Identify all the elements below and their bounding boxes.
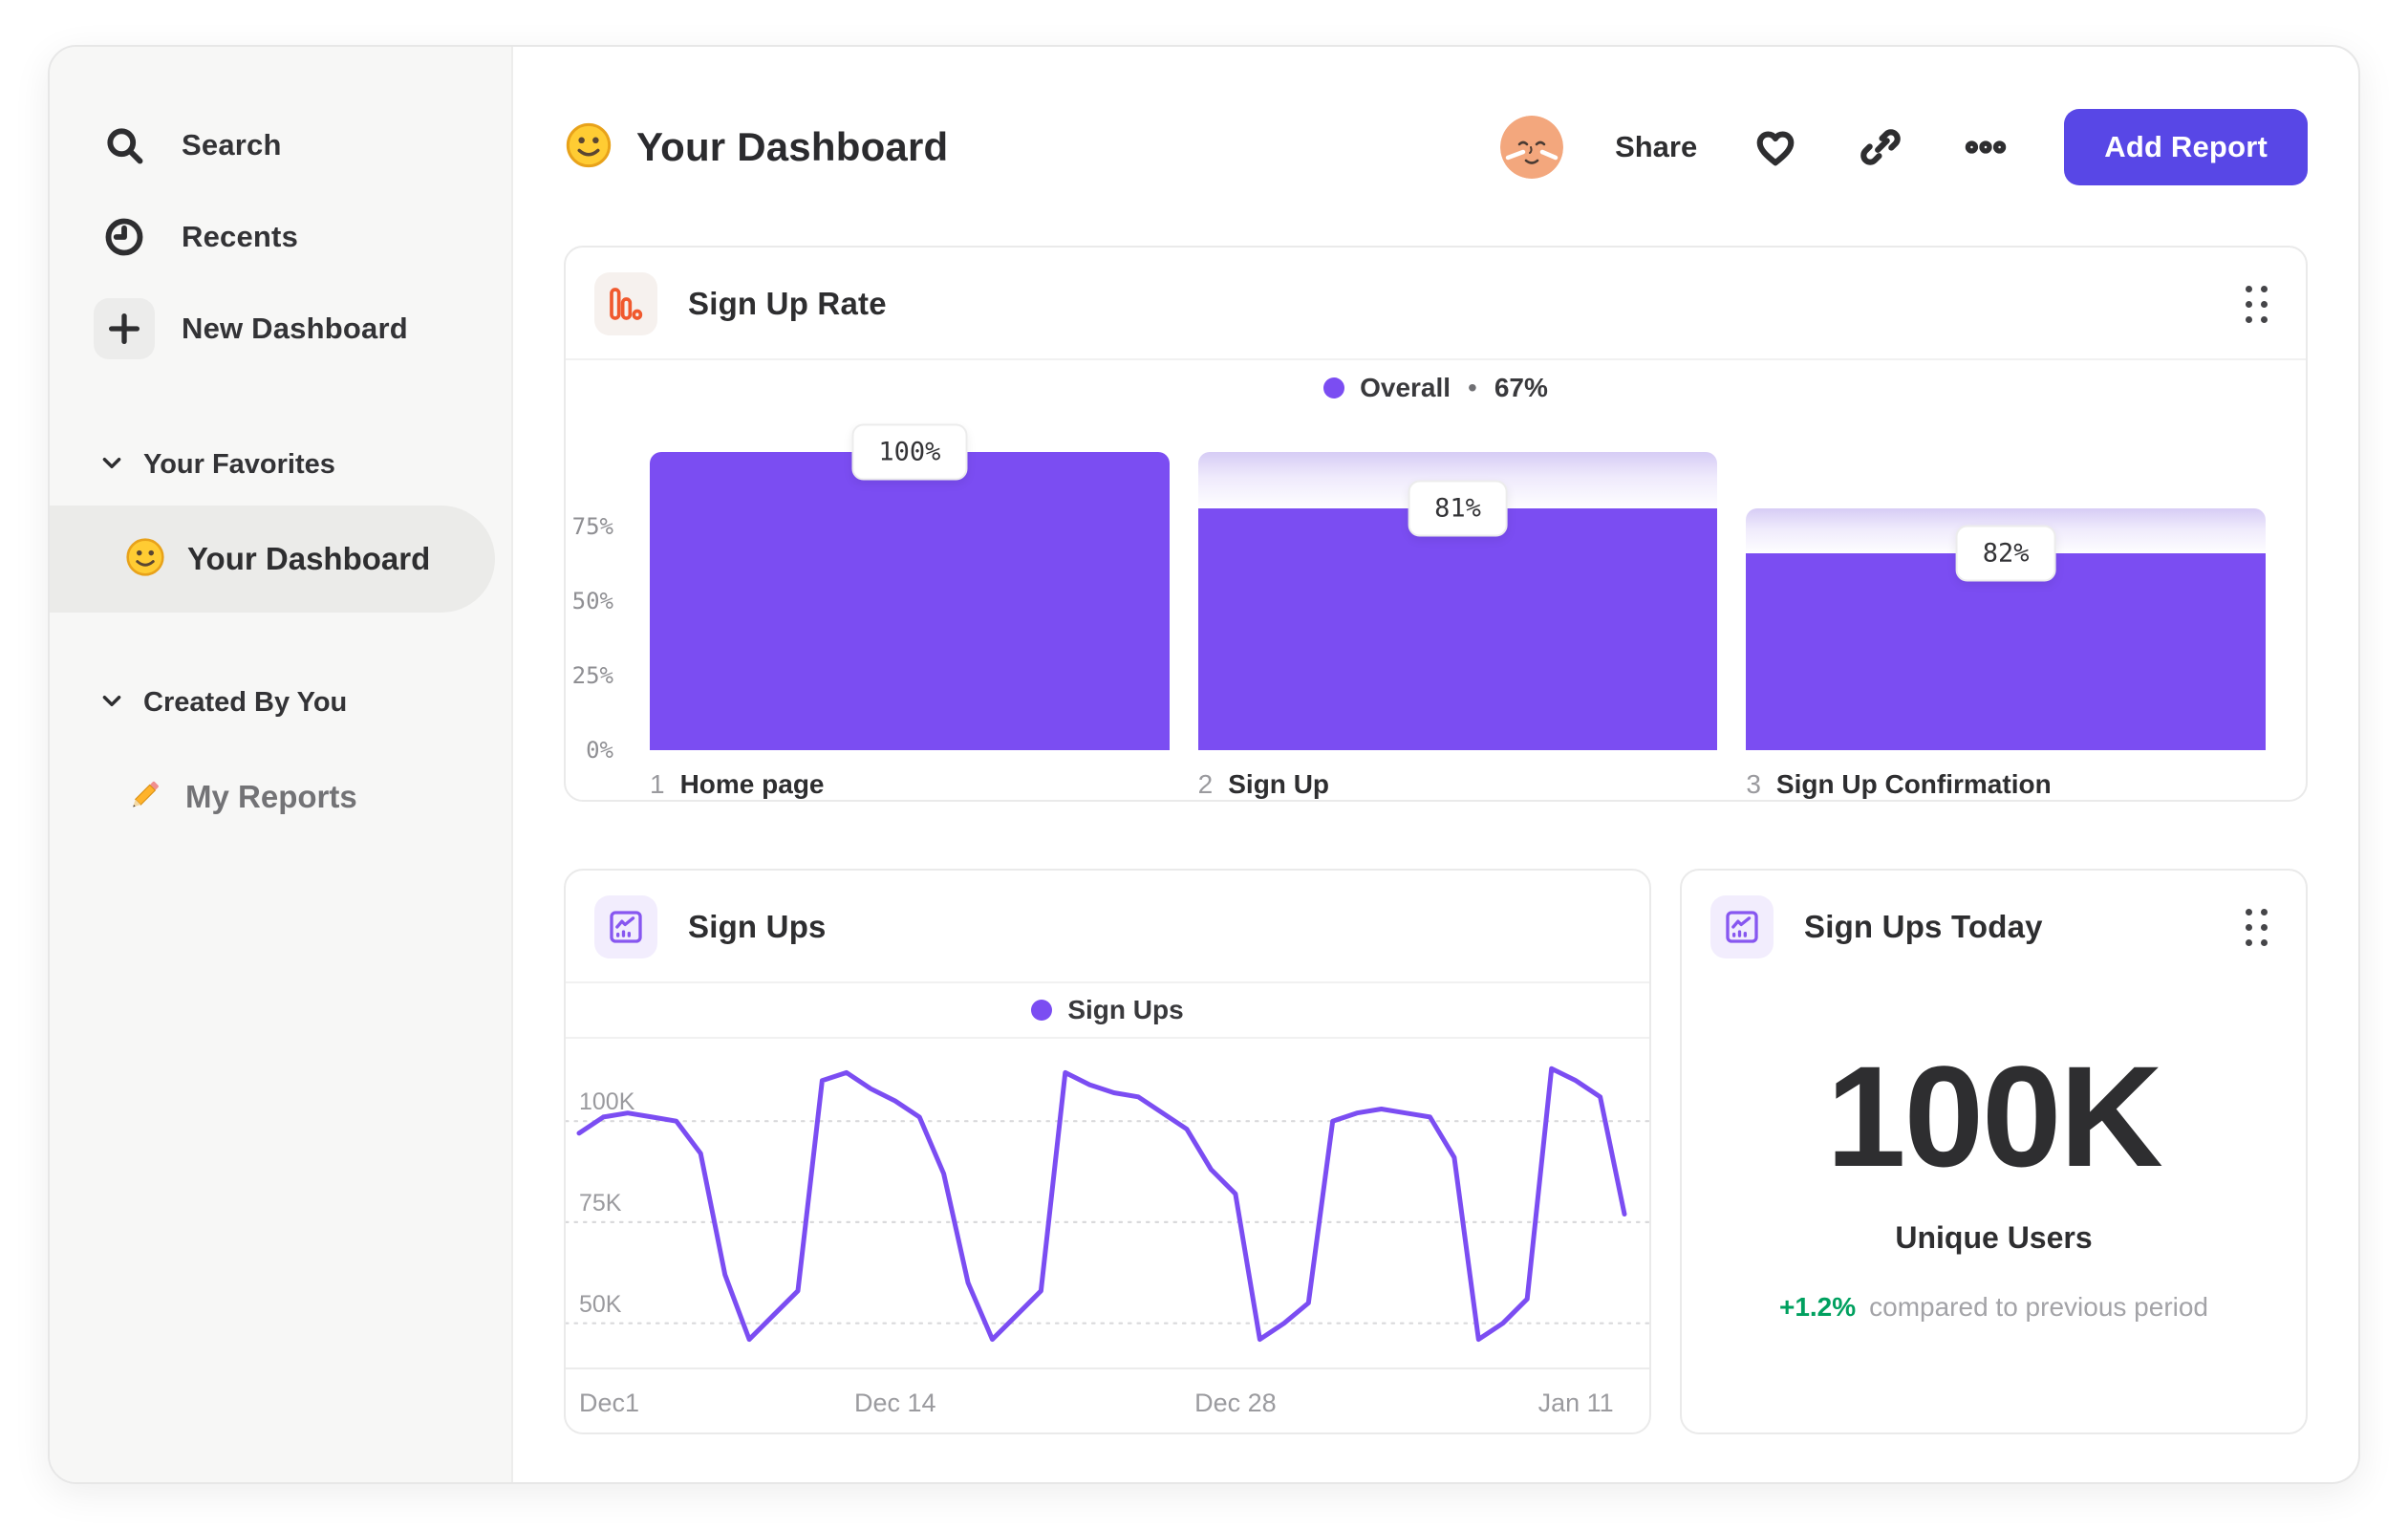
step-label: Sign Up Confirmation	[1775, 769, 2052, 799]
add-report-button[interactable]: Add Report	[2064, 109, 2308, 185]
sidebar-item-label: New Dashboard	[182, 312, 408, 345]
funnel-bar-sign-up[interactable]: 81%	[1197, 452, 1718, 750]
line-legend[interactable]: Sign Ups	[566, 983, 1649, 1037]
step-label: Home page	[679, 769, 825, 799]
legend-dot	[1323, 377, 1345, 398]
sidebar-item-my-reports[interactable]: My Reports	[50, 743, 495, 851]
line-chart-icon	[594, 895, 657, 958]
funnel-bar-sign-up-confirmation[interactable]: 82%	[1746, 452, 2267, 750]
chevron-down-icon	[99, 450, 124, 480]
sidebar-item-search[interactable]: Search	[50, 99, 511, 191]
funnel-value-badge: 82%	[1955, 525, 2056, 582]
copy-link-button[interactable]	[1854, 120, 1907, 174]
step-number: 3	[1746, 769, 1761, 799]
metric-value: 100K	[1826, 1036, 2163, 1196]
sign-ups-line-chart[interactable]: 100K 75K 50K	[566, 1039, 1649, 1367]
sidebar-item-label: Search	[182, 128, 282, 162]
section-title: Your Favorites	[143, 449, 335, 480]
signup-rate-card: Sign Up Rate Overall • 67% 75% 50% 25% 0% 1…	[564, 246, 2308, 802]
funnel-chart: 75% 50% 25% 0% 100% 81% 82%	[566, 416, 2306, 764]
more-options-button[interactable]	[1959, 120, 2012, 174]
step-label: Sign Up	[1228, 769, 1330, 799]
main-content: Your Dashboard Share Add Report Sign Up …	[513, 47, 2358, 1482]
funnel-y-axis: 75% 50% 25% 0%	[571, 513, 613, 764]
step-number: 1	[650, 769, 665, 799]
card-title: Sign Ups Today	[1804, 909, 2043, 944]
sidebar: Search Recents New Dashboard Your Favori…	[50, 47, 513, 1482]
card-title: Sign Ups	[688, 909, 827, 944]
created-by-you-section-toggle[interactable]: Created By You	[50, 687, 511, 719]
legend-separator: •	[1468, 372, 1477, 402]
sidebar-item-label: My Reports	[185, 779, 357, 814]
clock-icon	[94, 206, 155, 268]
funnel-legend[interactable]: Overall • 67%	[566, 360, 2306, 416]
card-title: Sign Up Rate	[688, 286, 887, 321]
page-title: Your Dashboard	[636, 124, 949, 169]
section-title: Created By You	[143, 687, 348, 718]
step-number: 2	[1197, 769, 1214, 799]
smiley-emoji-icon	[564, 120, 613, 175]
sidebar-section-created-by-you: Created By You My Reports	[50, 687, 511, 851]
sign-ups-card: Sign Ups Sign Ups 100K 75K 50K Dec1 Dec 14 D…	[564, 869, 1651, 1434]
funnel-value-badge: 100%	[851, 423, 968, 481]
favorites-section-toggle[interactable]: Your Favorites	[50, 449, 511, 481]
page-header: Your Dashboard Share Add Report	[564, 91, 2308, 204]
line-chart-icon	[1710, 895, 1774, 958]
sidebar-item-label: Recents	[182, 220, 299, 253]
plus-icon	[94, 298, 155, 359]
sidebar-item-new-dashboard[interactable]: New Dashboard	[50, 283, 511, 375]
funnel-chart-icon	[594, 272, 657, 335]
app-window: Search Recents New Dashboard Your Favori…	[48, 45, 2360, 1484]
sidebar-item-label: Your Dashboard	[187, 541, 431, 576]
smiley-emoji-icon	[124, 536, 166, 583]
favorite-heart-button[interactable]	[1749, 120, 1802, 174]
metric-body: 100K Unique Users +1.2% compared to prev…	[1682, 981, 2306, 1432]
pencil-emoji-icon	[124, 775, 164, 820]
drag-handle[interactable]	[2246, 908, 2268, 946]
metric-label: Unique Users	[1895, 1220, 2093, 1255]
legend-value: 67%	[1494, 372, 1548, 402]
drag-handle[interactable]	[2246, 285, 2268, 323]
chevron-down-icon	[99, 688, 124, 718]
legend-label: Overall	[1360, 372, 1451, 402]
funnel-step-labels: 1 Home page 2 Sign Up 3 Sign Up Confirmatio…	[566, 750, 2306, 800]
sidebar-item-your-dashboard[interactable]: Your Dashboard	[50, 506, 495, 613]
sign-ups-today-card: Sign Ups Today 100K Unique Users +1.2% c…	[1680, 869, 2308, 1434]
line-x-axis: Dec1 Dec 14 Dec 28 Jan 11	[579, 1389, 1614, 1417]
metric-comparison: compared to previous period	[1869, 1292, 2209, 1322]
legend-label: Sign Ups	[1067, 995, 1184, 1024]
funnel-bar-home-page[interactable]: 100%	[650, 423, 1170, 750]
user-avatar[interactable]	[1500, 116, 1564, 179]
legend-dot	[1031, 1000, 1053, 1021]
share-button[interactable]: Share	[1615, 130, 1697, 164]
funnel-value-badge: 81%	[1408, 480, 1508, 537]
search-icon	[94, 115, 155, 176]
metric-delta: +1.2%	[1778, 1292, 1857, 1322]
sidebar-section-favorites: Your Favorites Your Dashboard	[50, 449, 511, 613]
sidebar-item-recents[interactable]: Recents	[50, 191, 511, 283]
